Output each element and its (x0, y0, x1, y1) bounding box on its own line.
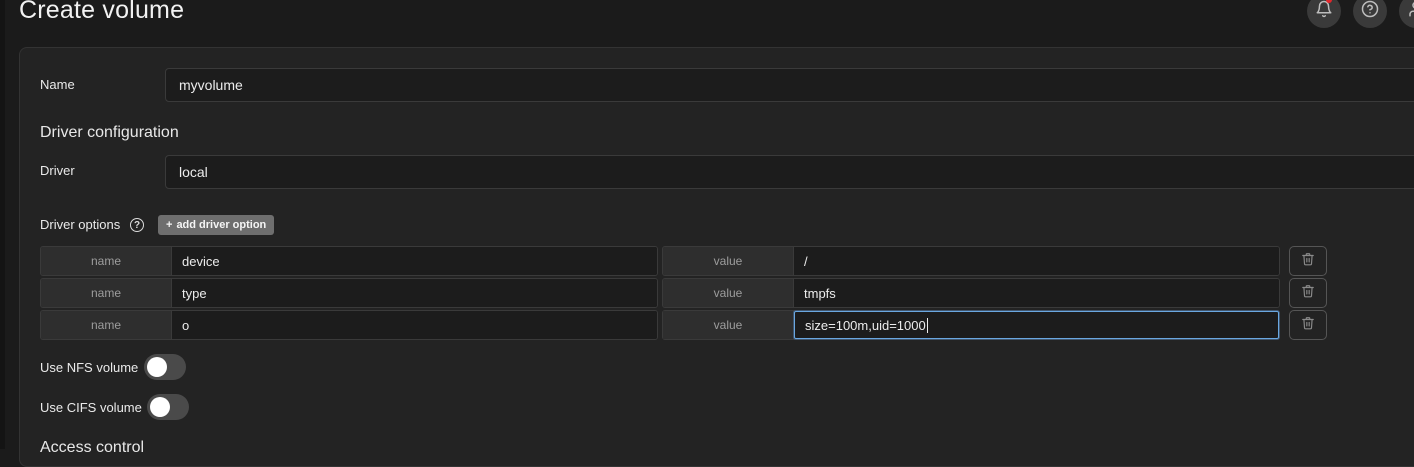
option-value-input[interactable]: / (794, 247, 1279, 275)
trash-icon (1301, 316, 1315, 335)
option-value-input[interactable]: tmpfs (794, 279, 1279, 307)
trash-icon (1301, 284, 1315, 303)
use-nfs-label: Use NFS volume (40, 360, 139, 375)
driver-configuration-title: Driver configuration (40, 124, 179, 141)
option-value-group: value / (662, 246, 1280, 276)
user-menu-button[interactable] (1399, 0, 1414, 28)
option-value-group: value tmpfs (662, 278, 1280, 308)
bell-icon (1315, 0, 1333, 23)
help-button[interactable] (1353, 0, 1387, 28)
option-value-addon: value (663, 311, 794, 339)
remove-option-button[interactable] (1289, 278, 1327, 308)
left-rail (0, 0, 5, 449)
option-value-addon: value (663, 247, 794, 275)
option-value-text: size=100m,uid=1000 (805, 317, 926, 333)
header-icons (1274, 0, 1414, 30)
option-value-addon: value (663, 279, 794, 307)
user-icon (1407, 0, 1414, 23)
option-name-addon: name (41, 311, 172, 339)
option-name-addon: name (41, 247, 172, 275)
page-title: Create volume (19, 0, 185, 24)
nfs-toggle[interactable] (144, 354, 186, 380)
text-caret (926, 317, 928, 333)
remove-option-button[interactable] (1289, 246, 1327, 276)
driver-options-label: Driver options (40, 217, 121, 232)
option-name-addon: name (41, 279, 172, 307)
trash-icon (1301, 252, 1315, 271)
option-name-group: name o (40, 310, 658, 340)
name-label: Name (40, 77, 75, 92)
driver-option-row: name o value size=100m,uid=1000 (40, 310, 1330, 340)
question-circle-icon[interactable]: ? (130, 218, 144, 232)
use-cifs-label: Use CIFS volume (40, 400, 142, 415)
driver-select[interactable]: local (165, 155, 1414, 189)
driver-label: Driver (40, 163, 75, 178)
add-driver-option-label: add driver option (176, 219, 267, 231)
notifications-button[interactable] (1307, 0, 1341, 28)
option-value-input-focused[interactable]: size=100m,uid=1000 (794, 311, 1279, 339)
option-value-group: value size=100m,uid=1000 (662, 310, 1280, 340)
driver-option-row: name device value / (40, 246, 1330, 276)
remove-option-button[interactable] (1289, 310, 1327, 340)
option-name-group: name type (40, 278, 658, 308)
access-control-title: Access control (40, 439, 145, 456)
help-circle-icon (1361, 0, 1379, 23)
option-name-input[interactable]: type (172, 279, 657, 307)
toggle-knob (147, 357, 167, 377)
option-name-input[interactable]: o (172, 311, 657, 339)
plus-icon: + (166, 219, 173, 231)
option-name-group: name device (40, 246, 658, 276)
option-name-input[interactable]: device (172, 247, 657, 275)
cifs-toggle[interactable] (147, 394, 189, 420)
add-driver-option-button[interactable]: + add driver option (158, 215, 275, 235)
name-input[interactable]: myvolume (165, 68, 1414, 102)
driver-option-row: name type value tmpfs (40, 278, 1330, 308)
toggle-knob (150, 397, 170, 417)
